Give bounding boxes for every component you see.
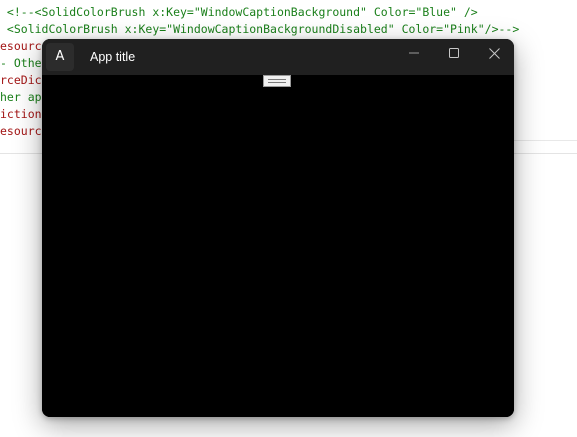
- grip-line-top: [268, 79, 286, 80]
- window-content: [42, 75, 514, 417]
- close-button[interactable]: [474, 39, 514, 67]
- code-line-2: <SolidColorBrush x:Key="WindowCaptionBac…: [0, 22, 520, 36]
- code-line-6: her ap: [0, 90, 42, 104]
- code-line-7: iction: [0, 107, 42, 121]
- minimize-icon: [409, 52, 419, 54]
- app-icon[interactable]: A: [46, 43, 74, 71]
- editor-divider-short: [514, 140, 577, 141]
- app-title: App title: [90, 50, 136, 64]
- drag-handle[interactable]: [263, 75, 291, 87]
- code-line-1: <!--<SolidColorBrush x:Key="WindowCaptio…: [0, 5, 478, 19]
- minimize-button[interactable]: [394, 39, 434, 67]
- title-bar[interactable]: A App title: [42, 39, 514, 75]
- app-window: A App title: [42, 39, 514, 417]
- code-line-5: rceDic: [0, 73, 42, 87]
- maximize-button[interactable]: [434, 39, 474, 67]
- close-icon: [488, 47, 500, 59]
- code-line-3: esourc: [0, 39, 42, 53]
- grip-line-bottom: [268, 82, 286, 83]
- code-line-8: esourc: [0, 124, 42, 138]
- maximize-icon: [449, 48, 459, 58]
- code-line-4: - Othe: [0, 56, 42, 70]
